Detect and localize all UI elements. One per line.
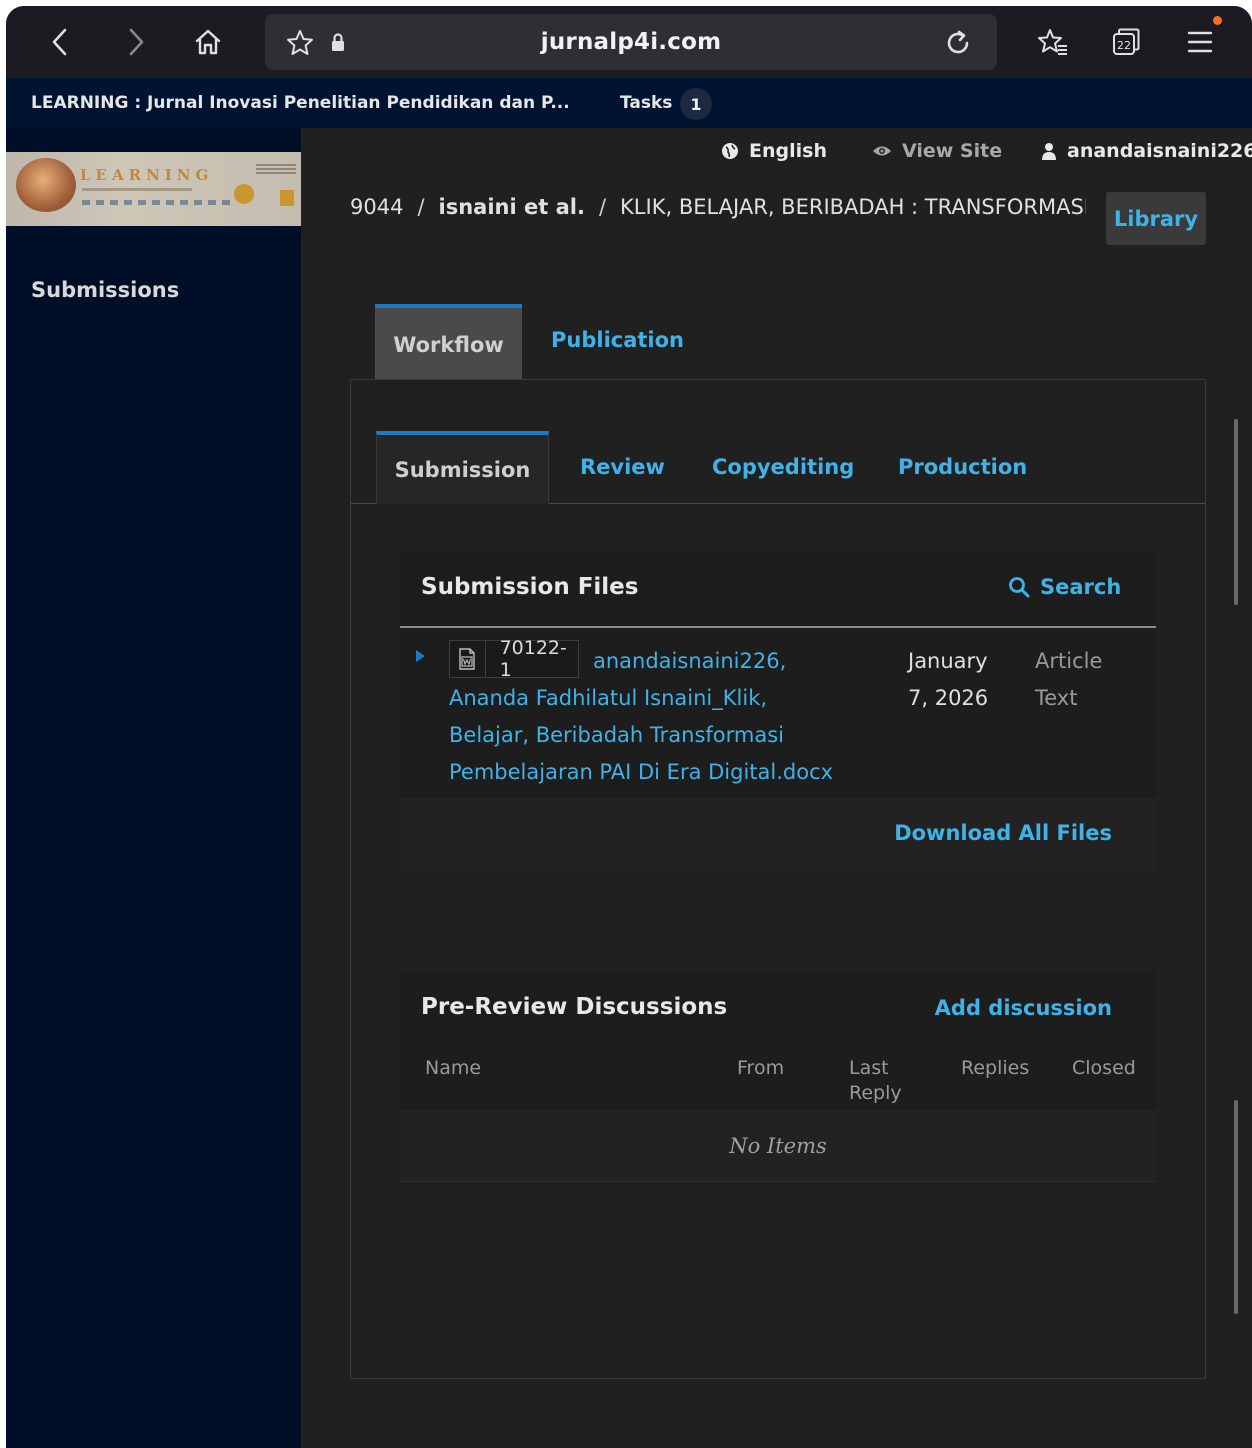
search-icon [1009,577,1030,598]
column-header-name: Name [425,1057,482,1079]
journal-topbar: LEARNING : Jurnal Inovasi Penelitian Pen… [6,78,1252,128]
home-icon[interactable] [186,20,230,64]
file-id-badge: 70122-1 [449,637,579,681]
tab-workflow[interactable]: Workflow [375,304,522,381]
tab-review[interactable]: Review [580,455,665,479]
empty-row: No Items [400,1110,1156,1182]
notification-dot [1213,16,1222,25]
main-content: English View Site anandaisnaini226 9044/… [301,128,1252,1448]
workflow-panel: Submission Review Copyediting Production… [350,379,1206,1379]
tab-count-text: 22 [1117,39,1131,52]
sidebar: LEARNING Submissions [6,128,301,1448]
app-window: jurnalp4i.com 22 LEARNING : Jurnal Inova… [6,6,1252,1448]
globe-icon [722,143,738,159]
scrollbar-thumb[interactable] [1234,419,1238,605]
library-button[interactable]: Library [1106,192,1206,245]
file-type: Article Text [1035,649,1103,710]
menu-icon[interactable] [1178,20,1222,64]
word-document-icon [450,641,486,677]
logo-subtitle [82,188,192,191]
url-text: jurnalp4i.com [540,29,722,55]
language-label: English [749,140,827,162]
logo-issn [256,164,296,174]
submission-files-header: Submission Files Search [400,551,1156,628]
column-header-closed: Closed [1072,1057,1136,1079]
expand-row-icon[interactable] [416,650,425,662]
user-menu[interactable]: anandaisnaini226 [1041,140,1252,162]
reload-icon[interactable] [943,28,973,58]
journal-logo[interactable]: LEARNING [6,152,301,226]
column-header-from: From [737,1057,785,1079]
search-files-button[interactable]: Search [1008,575,1121,599]
bookmarks-list-icon[interactable] [1031,20,1075,64]
no-items-text: No Items [729,1134,827,1158]
tabs-counter-icon[interactable]: 22 [1104,20,1148,64]
logo-wordmark: LEARNING [80,166,214,184]
sidebar-item-submissions[interactable]: Submissions [31,278,179,302]
logo-photo [16,158,76,212]
column-header-last-reply: Last Reply [849,1057,902,1104]
download-all-files-link[interactable]: Download All Files [894,821,1112,845]
submission-files-title: Submission Files [421,574,639,600]
view-site-label: View Site [902,140,1003,162]
tab-production[interactable]: Production [898,455,1027,479]
breadcrumb: 9044/isnaini et al. / KLIK, BELAJAR, BERIB… [350,195,1086,219]
breadcrumb-submission-id: 9044 [350,195,404,219]
eye-icon [873,146,891,156]
browser-toolbar: jurnalp4i.com 22 [6,6,1252,78]
tasks-count-badge[interactable]: 1 [680,88,712,120]
file-date: January 7, 2026 [908,649,989,710]
logo-medal [234,184,254,204]
submission-files-grid: Submission Files Search anandaisnaini226… [400,551,1156,871]
journal-title-link[interactable]: LEARNING : Jurnal Inovasi Penelitian Pen… [31,93,570,113]
tab-submission[interactable]: Submission [376,431,549,504]
column-header-replies: Replies [961,1057,1030,1079]
forward-icon[interactable] [114,20,158,64]
discussions-title: Pre-Review Discussions [421,994,728,1020]
tab-copyediting[interactable]: Copyediting [712,455,854,479]
workflow-stage-tabs: Submission Review Copyediting Production [351,380,1205,504]
search-label: Search [1040,575,1122,599]
file-id: 70122-1 [499,637,567,681]
breadcrumb-title: KLIK, BELAJAR, BERIBADAH : TRANSFORMASI … [620,195,1086,219]
table-row: anandaisnaini226, Ananda Fadhilatul Isna… [400,628,1156,798]
breadcrumb-authors: isnaini et al. [438,195,585,219]
tasks-link[interactable]: Tasks [620,93,672,113]
language-menu[interactable]: English [721,140,827,162]
scrollbar-thumb[interactable] [1234,1100,1238,1314]
submission-files-footer: Download All Files [400,798,1156,871]
logo-indexing-strip [82,200,232,205]
view-site-link[interactable]: View Site [872,140,1002,162]
user-icon [1042,143,1056,160]
logo-badge [280,190,294,206]
tab-publication[interactable]: Publication [551,328,684,352]
add-discussion-button[interactable]: Add discussion [935,996,1112,1020]
pre-review-discussions-grid: Pre-Review Discussions Add discussion Na… [400,970,1156,1182]
username-label: anandaisnaini226 [1067,140,1252,162]
back-icon[interactable] [38,20,82,64]
address-bar[interactable]: jurnalp4i.com [265,14,997,70]
